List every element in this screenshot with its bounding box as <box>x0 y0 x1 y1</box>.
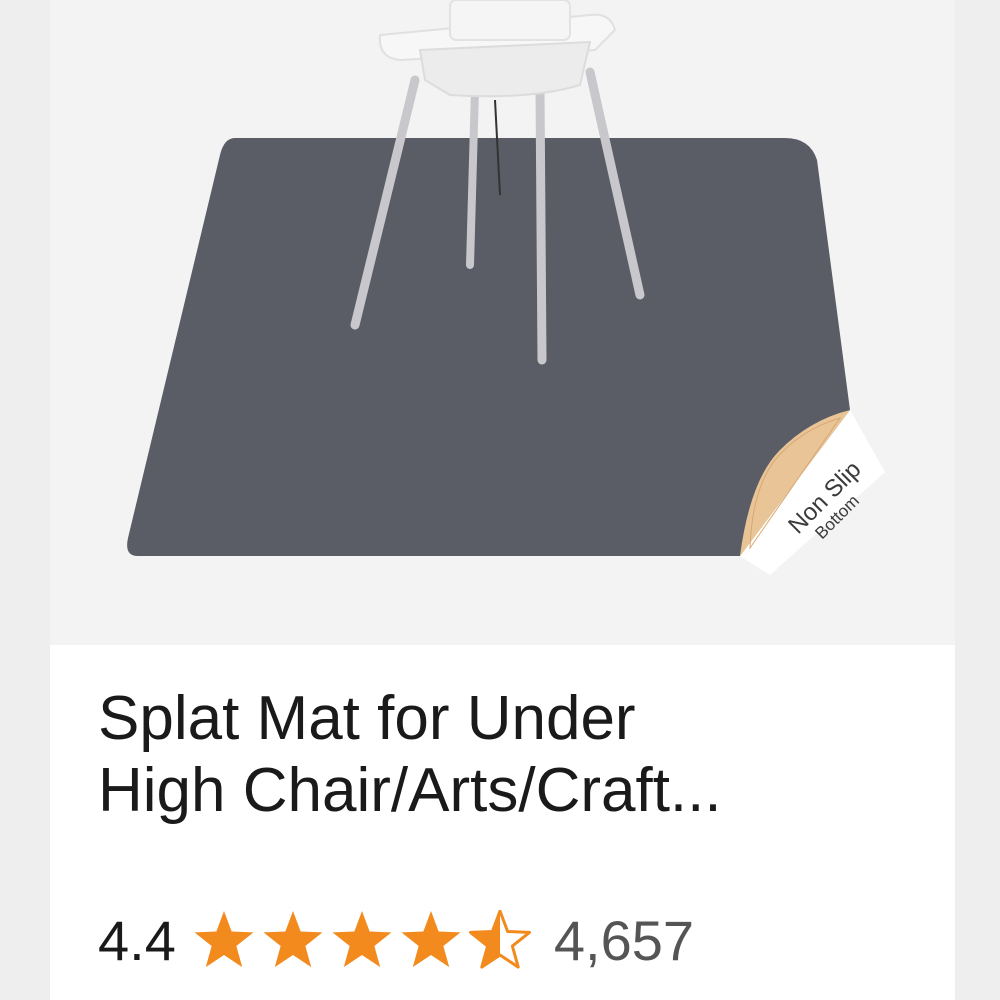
product-title[interactable]: Splat Mat for Under High Chair/Arts/Craf… <box>98 683 938 827</box>
product-card[interactable]: Non Slip Bottom Splat Mat for Under High… <box>50 0 955 1000</box>
star-full-icon <box>263 911 323 968</box>
product-photo: Non Slip Bottom <box>127 0 885 575</box>
product-image[interactable]: Non Slip Bottom <box>50 0 955 645</box>
review-count[interactable]: 4,657 <box>554 908 694 973</box>
star-full-icon <box>332 911 392 968</box>
rating-row[interactable]: 4.4 4,657 <box>98 905 694 975</box>
star-full-icon <box>194 911 254 968</box>
star-full-icon <box>401 911 461 968</box>
splat-mat <box>127 138 851 556</box>
rating-value: 4.4 <box>98 908 176 972</box>
star-rating <box>190 910 540 970</box>
stars-graphic <box>194 910 531 969</box>
star-half-icon <box>468 910 531 969</box>
